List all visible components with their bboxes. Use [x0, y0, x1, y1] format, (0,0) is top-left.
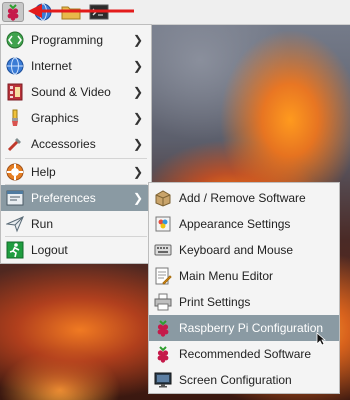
internet-icon	[5, 56, 25, 76]
menu-item-run[interactable]: Run	[1, 211, 151, 237]
menu-launcher-button[interactable]	[2, 2, 24, 22]
appearance-settings-icon	[153, 214, 173, 234]
menu-item-internet[interactable]: Internet ❯	[1, 53, 151, 79]
raspberry-pi-icon	[153, 344, 173, 364]
menu-item-preferences[interactable]: Preferences ❯	[1, 185, 151, 211]
menu-item-programming[interactable]: Programming ❯	[1, 27, 151, 53]
submenu-item-label: Recommended Software	[179, 347, 312, 361]
menu-item-label: Sound & Video	[31, 85, 111, 99]
submenu-item-appearance-settings[interactable]: Appearance Settings	[149, 211, 339, 237]
monitor-icon	[153, 370, 173, 390]
menu-item-label: Help	[31, 165, 56, 179]
chevron-right-icon: ❯	[132, 165, 143, 179]
keyboard-mouse-icon	[153, 240, 173, 260]
accessories-icon	[5, 134, 25, 154]
mouse-cursor-icon	[316, 332, 326, 346]
printer-icon	[153, 292, 173, 312]
menu-item-label: Accessories	[31, 137, 96, 151]
submenu-item-label: Appearance Settings	[179, 217, 291, 231]
chevron-right-icon: ❯	[132, 85, 143, 99]
run-icon	[5, 214, 25, 234]
submenu-item-label: Screen Configuration	[179, 373, 292, 387]
menu-item-label: Run	[31, 217, 54, 231]
menu-item-label: Preferences	[31, 191, 96, 205]
chevron-right-icon: ❯	[132, 137, 143, 151]
menu-item-logout[interactable]: Logout	[1, 237, 151, 263]
submenu-item-screen-configuration[interactable]: Screen Configuration	[149, 367, 339, 393]
submenu-item-label: Main Menu Editor	[179, 269, 274, 283]
submenu-item-add-remove-software[interactable]: Add / Remove Software	[149, 185, 339, 211]
submenu-item-label: Raspberry Pi Configuration	[179, 321, 324, 335]
raspberry-pi-icon	[7, 4, 19, 21]
preferences-submenu: Add / Remove Software Appearance Setting…	[148, 182, 340, 394]
menu-item-label: Graphics	[31, 111, 80, 125]
programming-icon	[5, 30, 25, 50]
submenu-item-print-settings[interactable]: Print Settings	[149, 289, 339, 315]
annotation-arrow	[28, 4, 134, 18]
menu-item-graphics[interactable]: Graphics ❯	[1, 105, 151, 131]
logout-icon	[5, 240, 25, 260]
menu-item-label: Programming	[31, 33, 104, 47]
submenu-item-main-menu-editor[interactable]: Main Menu Editor	[149, 263, 339, 289]
submenu-item-keyboard-mouse[interactable]: Keyboard and Mouse	[149, 237, 339, 263]
submenu-item-label: Add / Remove Software	[179, 191, 306, 205]
submenu-item-recommended-software[interactable]: Recommended Software	[149, 341, 339, 367]
menu-item-help[interactable]: Help ❯	[1, 159, 151, 185]
add-remove-software-icon	[153, 188, 173, 208]
chevron-right-icon: ❯	[132, 111, 143, 125]
menu-item-sound-video[interactable]: Sound & Video ❯	[1, 79, 151, 105]
main-menu: Programming ❯ Internet ❯ Sound & Video ❯…	[0, 24, 152, 264]
chevron-right-icon: ❯	[132, 59, 143, 73]
menu-item-accessories[interactable]: Accessories ❯	[1, 131, 151, 157]
help-icon	[5, 162, 25, 182]
menu-item-label: Internet	[31, 59, 72, 73]
submenu-item-label: Keyboard and Mouse	[179, 243, 294, 257]
submenu-item-raspberry-pi-configuration[interactable]: Raspberry Pi Configuration	[149, 315, 339, 341]
chevron-right-icon: ❯	[132, 33, 143, 47]
top-panel	[0, 0, 350, 25]
graphics-icon	[5, 108, 25, 128]
preferences-icon	[5, 188, 25, 208]
chevron-right-icon: ❯	[132, 191, 143, 205]
raspberry-pi-icon	[153, 318, 173, 338]
menu-editor-icon	[153, 266, 173, 286]
submenu-item-label: Print Settings	[179, 295, 251, 309]
menu-item-label: Logout	[31, 243, 68, 257]
sound-video-icon	[5, 82, 25, 102]
